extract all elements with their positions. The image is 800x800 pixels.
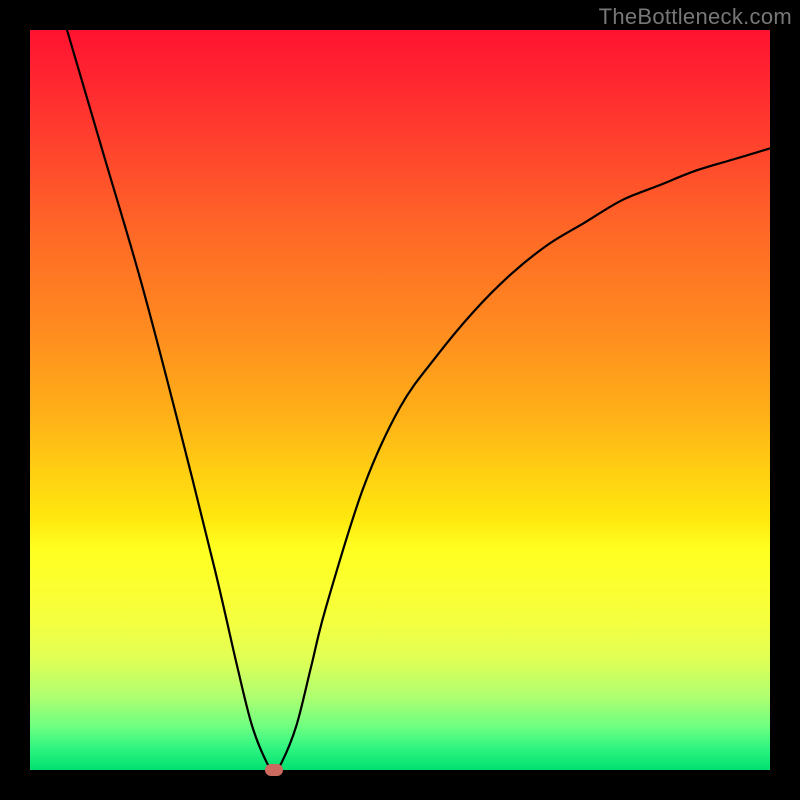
watermark-label: TheBottleneck.com bbox=[599, 4, 792, 30]
plot-area bbox=[30, 30, 770, 770]
chart-frame: TheBottleneck.com bbox=[0, 0, 800, 800]
min-point-marker bbox=[265, 764, 283, 776]
bottleneck-curve bbox=[30, 30, 770, 770]
